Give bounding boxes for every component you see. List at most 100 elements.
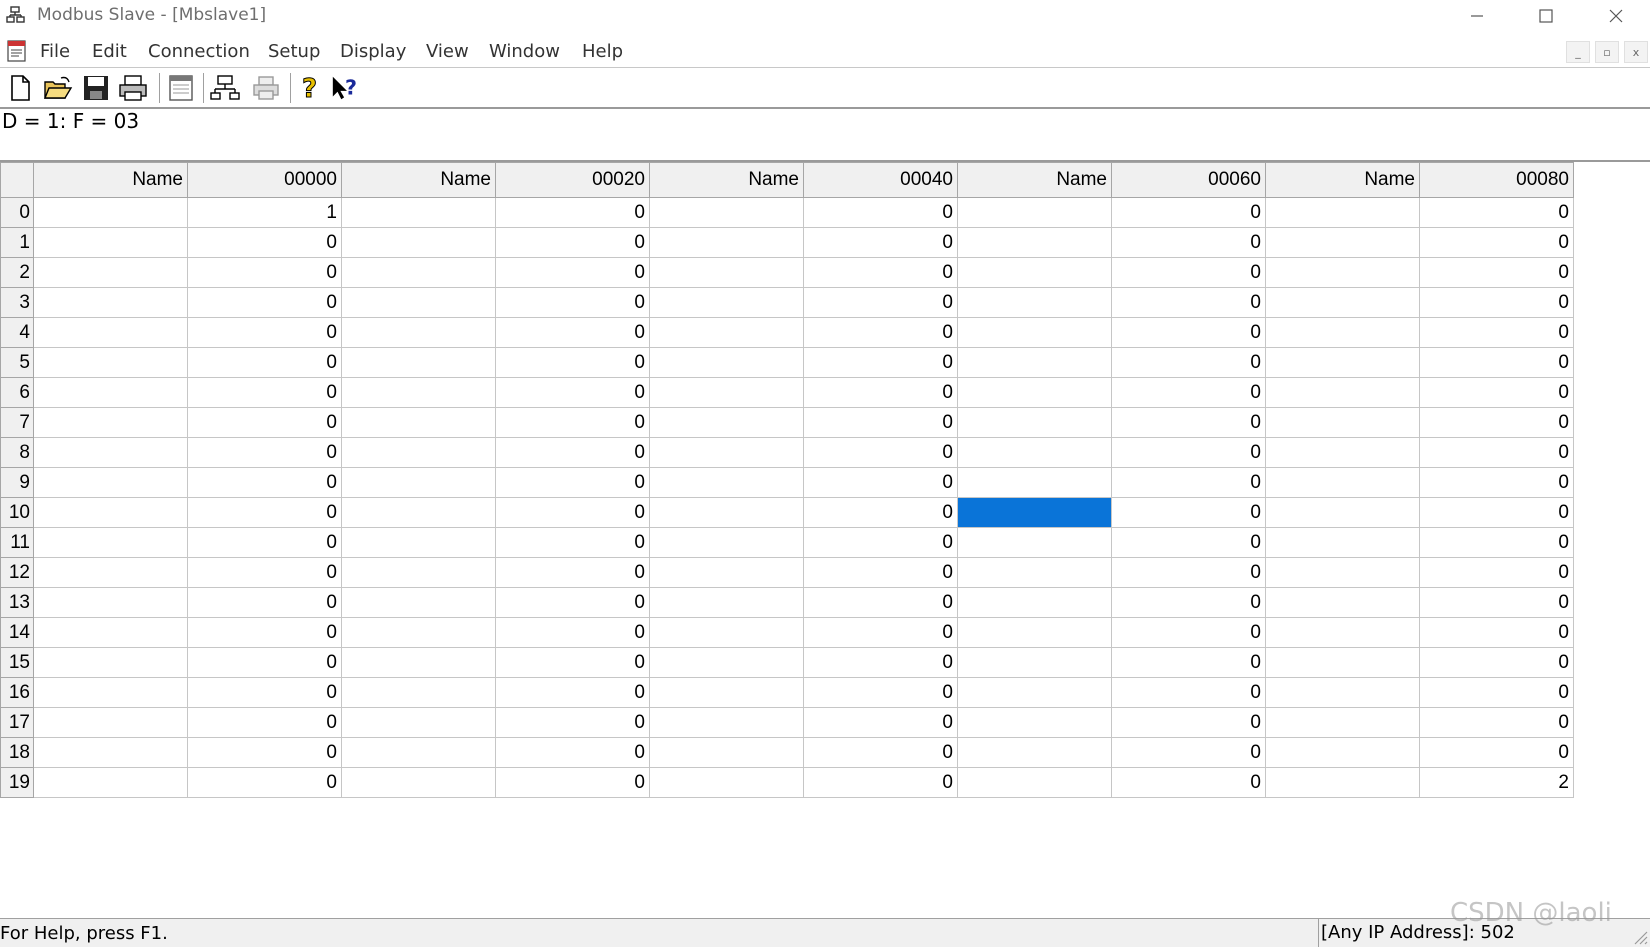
value-cell[interactable]: 0 bbox=[1419, 437, 1574, 468]
name-cell[interactable] bbox=[649, 317, 804, 348]
value-cell[interactable]: 0 bbox=[1419, 557, 1574, 588]
name-cell[interactable] bbox=[957, 287, 1112, 318]
new-button[interactable] bbox=[4, 72, 36, 104]
name-cell[interactable] bbox=[341, 647, 496, 678]
name-cell[interactable] bbox=[1265, 587, 1420, 618]
value-cell[interactable]: 0 bbox=[187, 467, 342, 498]
value-cell[interactable]: 0 bbox=[495, 587, 650, 618]
value-cell[interactable]: 0 bbox=[1419, 467, 1574, 498]
name-cell[interactable] bbox=[1265, 737, 1420, 768]
value-cell[interactable]: 0 bbox=[803, 497, 958, 528]
row-header[interactable]: 6 bbox=[0, 377, 34, 408]
row-header[interactable]: 12 bbox=[0, 557, 34, 588]
row-header[interactable]: 11 bbox=[0, 527, 34, 558]
name-cell[interactable] bbox=[649, 677, 804, 708]
value-cell[interactable]: 0 bbox=[495, 527, 650, 558]
value-cell[interactable]: 0 bbox=[1419, 587, 1574, 618]
name-cell[interactable] bbox=[1265, 557, 1420, 588]
open-button[interactable] bbox=[42, 72, 74, 104]
value-cell[interactable]: 0 bbox=[187, 287, 342, 318]
name-cell[interactable] bbox=[957, 377, 1112, 408]
value-cell[interactable]: 0 bbox=[1419, 317, 1574, 348]
close-button[interactable] bbox=[1590, 0, 1642, 32]
name-cell[interactable] bbox=[341, 767, 496, 798]
row-header[interactable]: 10 bbox=[0, 497, 34, 528]
menu-window[interactable]: Window bbox=[489, 41, 560, 62]
name-cell[interactable] bbox=[649, 587, 804, 618]
window-button[interactable] bbox=[165, 72, 197, 104]
name-cell[interactable] bbox=[1265, 767, 1420, 798]
name-cell[interactable] bbox=[1265, 407, 1420, 438]
mdi-minimize-button[interactable]: _ bbox=[1566, 41, 1590, 63]
name-cell[interactable] bbox=[649, 617, 804, 648]
column-header-name[interactable]: Name bbox=[1265, 162, 1420, 198]
print-setup-button[interactable] bbox=[250, 72, 282, 104]
value-cell[interactable]: 0 bbox=[803, 197, 958, 228]
name-cell[interactable] bbox=[341, 587, 496, 618]
value-cell[interactable]: 0 bbox=[1111, 257, 1266, 288]
value-cell[interactable]: 0 bbox=[803, 767, 958, 798]
column-header-address[interactable]: 00080 bbox=[1419, 162, 1574, 198]
value-cell[interactable]: 0 bbox=[495, 557, 650, 588]
value-cell[interactable]: 0 bbox=[495, 677, 650, 708]
value-cell[interactable]: 0 bbox=[1111, 197, 1266, 228]
name-cell[interactable] bbox=[1265, 197, 1420, 228]
value-cell[interactable]: 0 bbox=[187, 407, 342, 438]
value-cell[interactable]: 0 bbox=[187, 707, 342, 738]
name-cell[interactable] bbox=[957, 677, 1112, 708]
column-header-name[interactable]: Name bbox=[957, 162, 1112, 198]
name-cell[interactable] bbox=[957, 437, 1112, 468]
name-cell[interactable] bbox=[649, 377, 804, 408]
name-cell[interactable] bbox=[957, 227, 1112, 258]
name-cell[interactable] bbox=[341, 677, 496, 708]
name-cell[interactable] bbox=[33, 557, 188, 588]
name-cell[interactable] bbox=[33, 707, 188, 738]
value-cell[interactable]: 0 bbox=[187, 437, 342, 468]
name-cell[interactable] bbox=[957, 617, 1112, 648]
value-cell[interactable]: 0 bbox=[495, 737, 650, 768]
value-cell[interactable]: 0 bbox=[187, 227, 342, 258]
value-cell[interactable]: 0 bbox=[1419, 287, 1574, 318]
value-cell[interactable]: 0 bbox=[1111, 557, 1266, 588]
row-header[interactable]: 5 bbox=[0, 347, 34, 378]
name-cell[interactable] bbox=[957, 707, 1112, 738]
name-cell[interactable] bbox=[341, 557, 496, 588]
name-cell[interactable] bbox=[649, 407, 804, 438]
row-header[interactable]: 14 bbox=[0, 617, 34, 648]
name-cell[interactable] bbox=[649, 647, 804, 678]
value-cell[interactable]: 0 bbox=[1419, 677, 1574, 708]
name-cell[interactable] bbox=[341, 407, 496, 438]
value-cell[interactable]: 0 bbox=[1419, 257, 1574, 288]
name-cell[interactable] bbox=[1265, 287, 1420, 318]
value-cell[interactable]: 0 bbox=[803, 557, 958, 588]
name-cell[interactable] bbox=[957, 647, 1112, 678]
resize-grip-icon[interactable] bbox=[1630, 927, 1648, 945]
name-cell[interactable] bbox=[957, 557, 1112, 588]
name-cell[interactable] bbox=[341, 527, 496, 558]
row-header[interactable]: 4 bbox=[0, 317, 34, 348]
menu-display[interactable]: Display bbox=[340, 41, 406, 62]
name-cell[interactable] bbox=[341, 257, 496, 288]
name-cell[interactable] bbox=[957, 407, 1112, 438]
row-header[interactable]: 15 bbox=[0, 647, 34, 678]
value-cell[interactable]: 0 bbox=[803, 377, 958, 408]
value-cell[interactable]: 0 bbox=[803, 407, 958, 438]
name-cell[interactable] bbox=[649, 227, 804, 258]
value-cell[interactable]: 0 bbox=[1111, 587, 1266, 618]
value-cell[interactable]: 0 bbox=[1111, 677, 1266, 708]
column-header-address[interactable]: 00020 bbox=[495, 162, 650, 198]
value-cell[interactable]: 0 bbox=[1419, 737, 1574, 768]
value-cell[interactable]: 0 bbox=[495, 707, 650, 738]
name-cell[interactable] bbox=[1265, 707, 1420, 738]
menu-file[interactable]: File bbox=[40, 41, 70, 62]
value-cell[interactable]: 0 bbox=[187, 767, 342, 798]
value-cell[interactable]: 0 bbox=[187, 317, 342, 348]
name-cell[interactable] bbox=[341, 737, 496, 768]
name-cell[interactable] bbox=[649, 467, 804, 498]
connect-button[interactable] bbox=[209, 72, 241, 104]
value-cell[interactable]: 0 bbox=[1111, 347, 1266, 378]
mdi-restore-button[interactable]: ▫ bbox=[1595, 41, 1619, 63]
name-cell[interactable] bbox=[957, 527, 1112, 558]
value-cell[interactable]: 0 bbox=[803, 707, 958, 738]
name-cell[interactable] bbox=[341, 377, 496, 408]
